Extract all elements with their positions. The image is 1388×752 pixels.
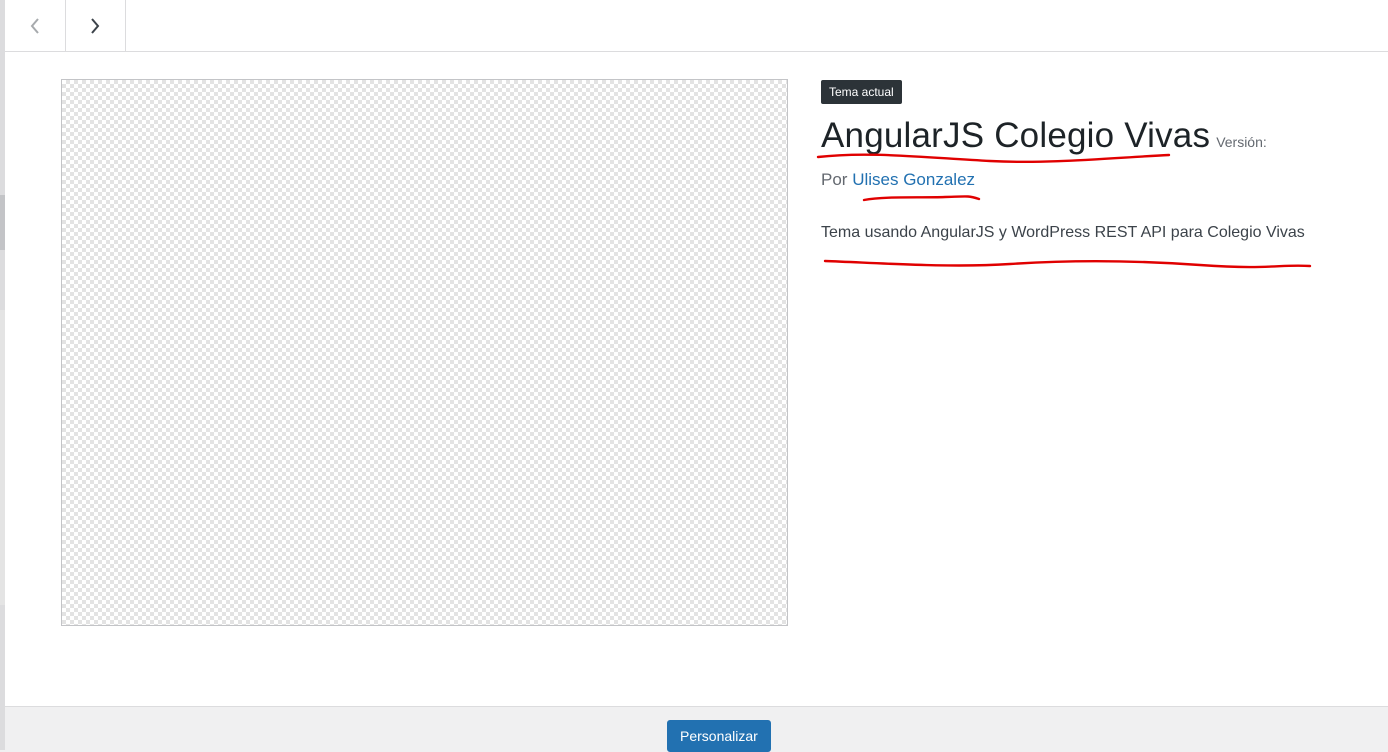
theme-name: AngularJS Colegio Vivas: [821, 116, 1211, 155]
previous-theme-button[interactable]: [5, 0, 66, 51]
current-theme-badge: Tema actual: [821, 80, 902, 104]
theme-info: Tema actual AngularJS Colegio Vivas Versi…: [821, 80, 1361, 242]
theme-title-row: AngularJS Colegio Vivas Versión:: [821, 116, 1361, 156]
theme-description: Tema usando AngularJS y WordPress REST A…: [821, 224, 1305, 241]
next-theme-button[interactable]: [65, 0, 126, 51]
customize-button[interactable]: Personalizar: [667, 720, 771, 752]
chevron-left-icon: [29, 17, 41, 35]
theme-version: Versión:: [1216, 134, 1267, 150]
chevron-right-icon: [89, 17, 101, 35]
modal-header: [5, 0, 1388, 52]
author-link[interactable]: Ulises Gonzalez: [852, 170, 975, 189]
modal-footer: Personalizar: [5, 706, 1388, 752]
theme-screenshot-placeholder: [61, 79, 788, 626]
theme-author: Por Ulises Gonzalez: [821, 170, 1361, 190]
author-prefix: Por: [821, 170, 848, 189]
theme-details-modal: Tema actual AngularJS Colegio Vivas Versi…: [5, 0, 1388, 750]
